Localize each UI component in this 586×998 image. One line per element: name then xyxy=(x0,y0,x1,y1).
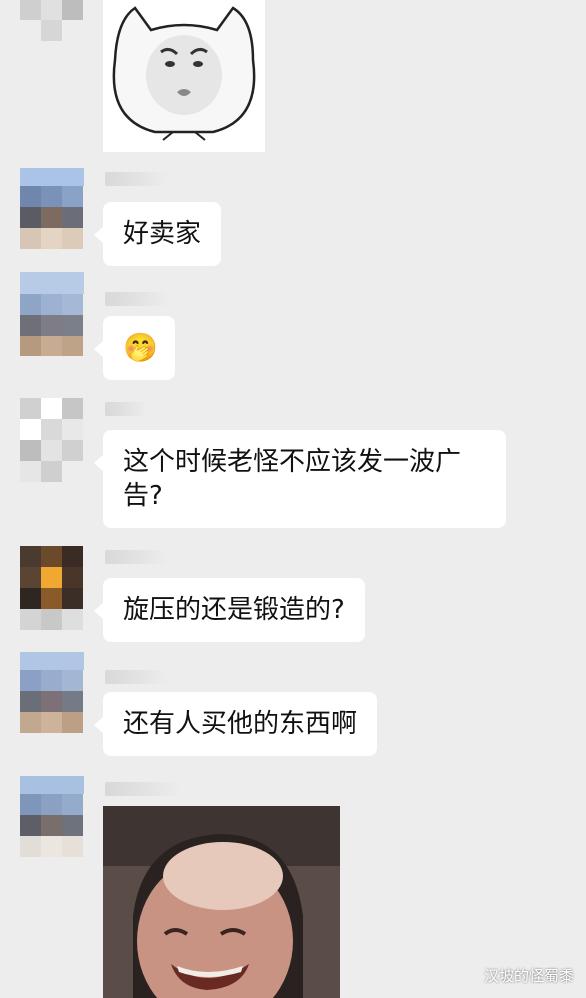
avatar[interactable] xyxy=(20,776,84,860)
watermark: 汉坡的怪蜀黍 xyxy=(483,967,574,985)
sender-name xyxy=(105,550,167,564)
avatar[interactable] xyxy=(20,398,84,482)
laughing-face-icon xyxy=(103,806,340,998)
thinking-face-emoji: 🤭 xyxy=(123,331,158,364)
message-bubble[interactable]: 🤭 xyxy=(94,316,175,380)
avatar[interactable] xyxy=(20,168,84,252)
sender-name xyxy=(105,670,167,684)
avatar[interactable] xyxy=(20,272,84,356)
message-bubble[interactable]: 好卖家 xyxy=(93,202,222,266)
cat-face-sticker[interactable] xyxy=(103,0,265,152)
avatar[interactable] xyxy=(20,652,84,736)
sender-name xyxy=(105,782,181,796)
cat-face-icon xyxy=(103,0,265,152)
message-bubble[interactable]: 还有人买他的东西啊 xyxy=(93,692,378,756)
message-bubble[interactable]: 这个时候老怪不应该发一波广告? xyxy=(94,430,506,528)
message-text: 旋压的还是锻造的? xyxy=(123,595,345,625)
sender-name xyxy=(105,172,167,186)
sender-name xyxy=(105,402,147,416)
sender-name xyxy=(105,292,169,306)
message-text: 好卖家 xyxy=(123,219,202,249)
avatar[interactable] xyxy=(20,0,84,42)
laughing-man-sticker[interactable] xyxy=(103,806,340,998)
message-text: 还有人买他的东西啊 xyxy=(123,709,358,739)
avatar[interactable] xyxy=(20,546,84,630)
message-text: 这个时候老怪不应该发一波广告? xyxy=(123,447,462,511)
message-bubble[interactable]: 旋压的还是锻造的? xyxy=(94,578,365,642)
